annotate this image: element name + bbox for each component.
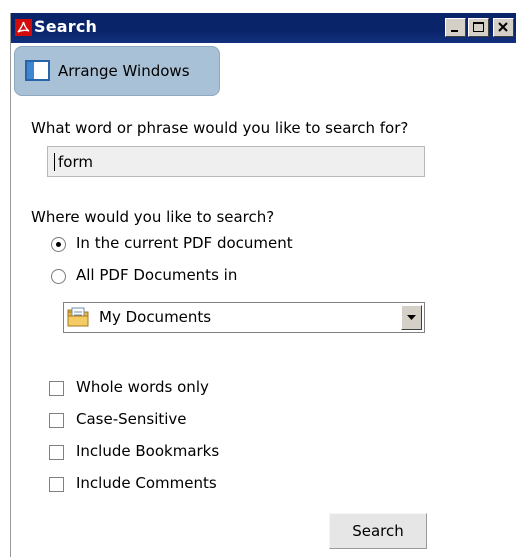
radio-current-document-label[interactable]: In the current PDF document <box>76 234 293 252</box>
checkbox-whole-words-label[interactable]: Whole words only <box>76 378 209 396</box>
location-dropdown[interactable]: My Documents <box>63 302 425 333</box>
arrange-windows-button[interactable]: Arrange Windows <box>14 46 220 96</box>
window-title: Search <box>34 17 98 36</box>
search-button[interactable]: Search <box>329 513 427 549</box>
search-field[interactable] <box>47 146 425 177</box>
arrange-windows-label: Arrange Windows <box>58 62 190 80</box>
search-input[interactable] <box>48 147 424 176</box>
checkbox-case-sensitive-label[interactable]: Case-Sensitive <box>76 410 187 428</box>
dropdown-arrow-button[interactable] <box>401 305 422 330</box>
close-button[interactable] <box>493 18 514 37</box>
checkbox-include-bookmarks[interactable] <box>49 445 64 460</box>
radio-all-pdf-documents[interactable] <box>51 269 66 284</box>
search-window: Search Arrange Windows What word or phra… <box>10 13 516 557</box>
checkbox-whole-words[interactable] <box>49 381 64 396</box>
chevron-down-icon <box>407 315 416 320</box>
title-bar[interactable]: Search <box>11 13 516 43</box>
checkbox-include-bookmarks-label[interactable]: Include Bookmarks <box>76 442 219 460</box>
minimize-button[interactable] <box>445 18 466 37</box>
maximize-button[interactable] <box>468 18 489 37</box>
radio-current-document[interactable] <box>51 237 66 252</box>
checkbox-case-sensitive[interactable] <box>49 413 64 428</box>
minimize-icon <box>451 30 458 32</box>
toolbar: Arrange Windows <box>11 43 516 99</box>
checkbox-include-comments-label[interactable]: Include Comments <box>76 474 217 492</box>
close-icon <box>498 22 508 32</box>
search-panel: What word or phrase would you like to se… <box>11 99 516 557</box>
search-question-label: What word or phrase would you like to se… <box>31 119 409 137</box>
radio-all-pdf-documents-label[interactable]: All PDF Documents in <box>76 266 237 284</box>
arrange-windows-icon <box>25 60 50 81</box>
scope-question-label: Where would you like to search? <box>31 208 275 226</box>
folder-icon <box>67 306 90 329</box>
text-caret <box>54 153 55 171</box>
checkbox-include-comments[interactable] <box>49 477 64 492</box>
adobe-reader-icon <box>15 19 32 36</box>
maximize-icon <box>473 22 484 32</box>
location-dropdown-value: My Documents <box>99 308 212 326</box>
